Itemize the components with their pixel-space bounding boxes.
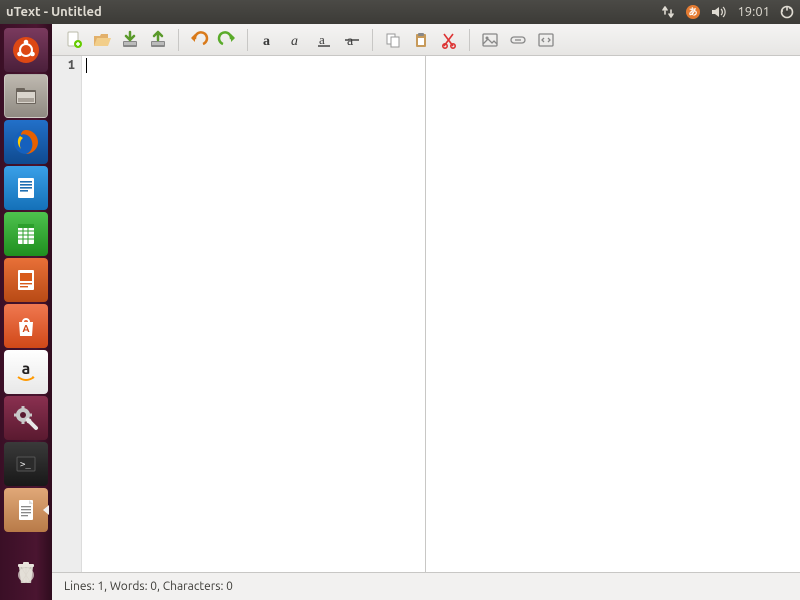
- line-number: 1: [52, 58, 75, 72]
- open-file-button[interactable]: [88, 26, 116, 54]
- running-indicator: [43, 505, 49, 515]
- insert-image-button[interactable]: [476, 26, 504, 54]
- insert-code-button[interactable]: [532, 26, 560, 54]
- status-bar: Lines: 1, Words: 0, Characters: 0: [52, 572, 800, 600]
- paste-button[interactable]: [407, 26, 435, 54]
- new-file-icon: [64, 30, 84, 50]
- launcher-system-settings[interactable]: [4, 396, 48, 440]
- network-icon[interactable]: [661, 5, 675, 19]
- impress-icon: [13, 267, 39, 293]
- svg-text:a: a: [347, 34, 354, 49]
- strikethrough-icon: a: [343, 31, 361, 49]
- window-title: uText - Untitled: [6, 5, 102, 19]
- launcher-terminal[interactable]: >_: [4, 442, 48, 486]
- gear-wrench-icon: [12, 404, 40, 432]
- launcher-impress[interactable]: [4, 258, 48, 302]
- session-icon[interactable]: [780, 5, 794, 19]
- trash-icon: [11, 557, 41, 587]
- save-icon: [120, 30, 140, 50]
- amazon-icon: a: [13, 359, 39, 385]
- svg-text:a: a: [319, 32, 325, 47]
- text-editor[interactable]: [82, 56, 425, 572]
- clock[interactable]: 19:01: [737, 5, 770, 19]
- line-gutter: 1: [52, 56, 82, 572]
- redo-button[interactable]: [213, 26, 241, 54]
- copy-icon: [384, 31, 402, 49]
- insert-image-icon: [481, 31, 499, 49]
- redo-icon: [217, 30, 237, 50]
- launcher-dash[interactable]: [4, 28, 48, 72]
- underline-icon: a: [315, 31, 333, 49]
- svg-text:あ: あ: [689, 7, 698, 17]
- save-as-icon: [148, 30, 168, 50]
- system-indicators: あ 19:01: [661, 4, 794, 20]
- open-file-icon: [92, 30, 112, 50]
- writer-icon: [13, 175, 39, 201]
- cut-icon: [440, 31, 458, 49]
- bag-icon: A: [13, 313, 39, 339]
- doc-icon: [13, 497, 39, 523]
- italic-icon: a: [287, 31, 305, 49]
- bold-button[interactable]: a: [254, 26, 282, 54]
- insert-link-icon: [509, 31, 527, 49]
- svg-text:A: A: [22, 323, 29, 334]
- svg-text:>_: >_: [20, 460, 31, 470]
- new-file-button[interactable]: [60, 26, 88, 54]
- toolbar: a a a a: [52, 24, 800, 56]
- launcher-amazon[interactable]: a: [4, 350, 48, 394]
- files-icon: [12, 82, 40, 110]
- svg-text:a: a: [22, 360, 31, 378]
- launcher-software-center[interactable]: A: [4, 304, 48, 348]
- cut-button[interactable]: [435, 26, 463, 54]
- terminal-icon: >_: [13, 451, 39, 477]
- input-method-icon[interactable]: あ: [685, 4, 701, 20]
- unity-launcher: A a >_: [0, 24, 52, 600]
- save-button[interactable]: [116, 26, 144, 54]
- copy-button[interactable]: [379, 26, 407, 54]
- calc-icon: [13, 221, 39, 247]
- text-cursor: [86, 58, 87, 73]
- paste-icon: [412, 31, 430, 49]
- bold-icon: a: [259, 31, 277, 49]
- insert-code-icon: [537, 31, 555, 49]
- ubuntu-icon: [11, 35, 41, 65]
- underline-button[interactable]: a: [310, 26, 338, 54]
- svg-text:a: a: [291, 34, 298, 49]
- launcher-calc[interactable]: [4, 212, 48, 256]
- svg-text:a: a: [263, 34, 270, 49]
- launcher-firefox[interactable]: [4, 120, 48, 164]
- app-window: a a a a: [52, 24, 800, 600]
- sound-icon[interactable]: [711, 5, 727, 19]
- undo-icon: [189, 30, 209, 50]
- undo-button[interactable]: [185, 26, 213, 54]
- launcher-writer[interactable]: [4, 166, 48, 210]
- launcher-files[interactable]: [4, 74, 48, 118]
- strikethrough-button[interactable]: a: [338, 26, 366, 54]
- preview-pane: [426, 56, 800, 572]
- firefox-icon: [11, 127, 41, 157]
- insert-link-button[interactable]: [504, 26, 532, 54]
- status-text: Lines: 1, Words: 0, Characters: 0: [64, 580, 233, 593]
- launcher-trash[interactable]: [4, 550, 48, 594]
- italic-button[interactable]: a: [282, 26, 310, 54]
- editor-split: 1: [52, 56, 800, 572]
- top-panel: uText - Untitled あ 19:01: [0, 0, 800, 24]
- editor-pane: 1: [52, 56, 426, 572]
- launcher-utext[interactable]: [4, 488, 48, 532]
- save-as-button[interactable]: [144, 26, 172, 54]
